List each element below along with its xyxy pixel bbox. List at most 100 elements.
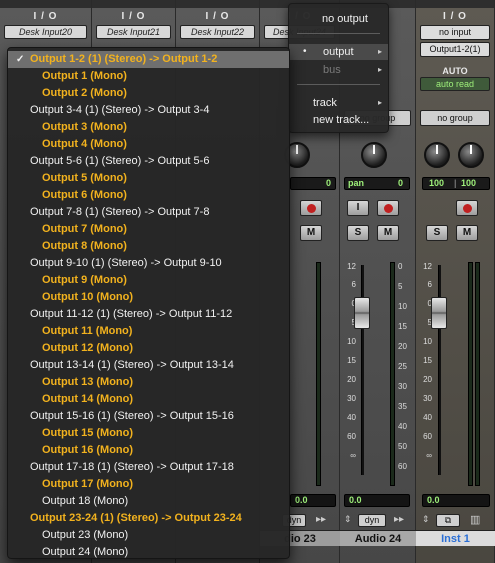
volume-fader[interactable] — [431, 297, 447, 329]
menu-item-stereo-output[interactable]: Output 15-16 (1) (Stereo) -> Output 15-1… — [8, 408, 289, 425]
mixer-window: I / O Desk Input20 I / O Desk Input21 I … — [0, 0, 495, 563]
menu-item-mono-output[interactable]: Output 12 (Mono) — [8, 340, 289, 357]
menu-item-mono-output[interactable]: Output 14 (Mono) — [8, 391, 289, 408]
midi-keyboard-icon[interactable]: ▥ — [470, 513, 480, 526]
menu-item-label: Output 11-12 (1) (Stereo) -> Output 11-1… — [30, 308, 233, 320]
stepper-icon[interactable]: ⇕ — [422, 514, 430, 525]
menu-item-label: Output 10 (Mono) — [42, 291, 134, 303]
channel-strip-inst-1: I / O no input Output1-2(1) AUTO auto re… — [416, 0, 495, 563]
menu-item-mono-output[interactable]: Output 7 (Mono) — [8, 221, 289, 238]
instrument-window-button[interactable]: ⧉ — [436, 514, 460, 527]
stepper-icon[interactable]: ⇕ — [344, 514, 352, 525]
scale-label: 15 — [398, 322, 407, 331]
scale-label: 25 — [398, 362, 407, 371]
menu-item-stereo-output[interactable]: Output 23-24 (1) (Stereo) -> Output 23-2… — [8, 510, 289, 527]
volume-readout[interactable]: 0.0 — [422, 494, 490, 507]
scale-label: 15 — [347, 356, 356, 365]
scale-label: 40 — [347, 413, 356, 422]
solo-button[interactable]: S — [426, 225, 448, 241]
menu-item-label: Output 4 (Mono) — [42, 138, 127, 150]
menu-item-track[interactable]: track ▸ — [289, 95, 388, 111]
mute-button[interactable]: M — [377, 225, 399, 241]
menu-item-label: Output 14 (Mono) — [42, 393, 134, 405]
menu-item-stereo-output[interactable]: Output 3-4 (1) (Stereo) -> Output 3-4 — [8, 102, 289, 119]
track-name[interactable]: Audio 24 — [340, 530, 416, 546]
menu-item-mono-output[interactable]: Output 15 (Mono) — [8, 425, 289, 442]
menu-item-no-output[interactable]: no output — [289, 11, 388, 27]
scale-label: 6 — [351, 280, 356, 289]
menu-item-label: Output 8 (Mono) — [42, 240, 127, 252]
input-selector[interactable]: no input — [420, 25, 490, 40]
menu-item-mono-output[interactable]: Output 23 (Mono) — [8, 527, 289, 544]
menu-item-mono-output[interactable]: Output 18 (Mono) — [8, 493, 289, 510]
menu-item-mono-output[interactable]: Output 8 (Mono) — [8, 238, 289, 255]
menu-item-label: Output 13 (Mono) — [42, 376, 134, 388]
menu-item-stereo-output[interactable]: ✓ Output 1-2 (1) (Stereo) -> Output 1-2 — [8, 51, 289, 68]
nav-arrows-icon[interactable]: ▸▸ — [394, 514, 404, 525]
pan-knob[interactable] — [361, 142, 387, 168]
io-label: I / O — [443, 11, 467, 22]
menu-item-mono-output[interactable]: Output 6 (Mono) — [8, 187, 289, 204]
scale-label: 6 — [427, 280, 432, 289]
pan-readout: 0 — [290, 177, 336, 190]
menu-item-mono-output[interactable]: Output 1 (Mono) — [8, 68, 289, 85]
mute-button[interactable]: M — [300, 225, 322, 241]
menu-item-mono-output[interactable]: Output 11 (Mono) — [8, 323, 289, 340]
menu-item-label: Output 13-14 (1) (Stereo) -> Output 13-1… — [30, 359, 234, 371]
input-selector[interactable]: Desk Input22 — [180, 25, 255, 39]
selected-bullet-icon: • — [303, 46, 307, 57]
mute-button[interactable]: M — [456, 225, 478, 241]
menu-separator — [297, 84, 380, 85]
menu-item-stereo-output[interactable]: Output 13-14 (1) (Stereo) -> Output 13-1… — [8, 357, 289, 374]
output-selector[interactable]: Output1-2(1) — [420, 42, 490, 57]
solo-button[interactable]: S — [347, 225, 369, 241]
io-label: I / O — [205, 11, 230, 22]
record-button[interactable] — [377, 200, 399, 216]
menu-item-stereo-output[interactable]: Output 17-18 (1) (Stereo) -> Output 17-1… — [8, 459, 289, 476]
menu-item-label: no output — [322, 13, 368, 25]
volume-readout[interactable]: 0.0 — [290, 494, 336, 507]
volume-fader[interactable] — [354, 297, 370, 329]
menu-item-label: Output 3 (Mono) — [42, 121, 127, 133]
menu-item-mono-output[interactable]: Output 13 (Mono) — [8, 374, 289, 391]
menu-item-label: Output 24 (Mono) — [42, 546, 129, 558]
menu-item-label: Output 3-4 (1) (Stereo) -> Output 3-4 — [30, 104, 210, 116]
automation-mode-selector[interactable]: auto read — [420, 77, 490, 91]
dyn-selector[interactable]: dyn — [358, 514, 386, 527]
submenu-arrow-icon: ▸ — [377, 65, 382, 74]
menu-item-stereo-output[interactable]: Output 9-10 (1) (Stereo) -> Output 9-10 — [8, 255, 289, 272]
menu-item-label: new track... — [313, 114, 370, 126]
menu-item-mono-output[interactable]: Output 24 (Mono) — [8, 544, 289, 558]
menu-item-mono-output[interactable]: Output 2 (Mono) — [8, 85, 289, 102]
menu-item-label: Output 15 (Mono) — [42, 427, 134, 439]
level-meter — [316, 262, 321, 486]
menu-item-mono-output[interactable]: Output 16 (Mono) — [8, 442, 289, 459]
record-button[interactable] — [456, 200, 478, 216]
menu-item-label: Output 18 (Mono) — [42, 495, 129, 507]
menu-item-output[interactable]: • output ▸ — [289, 44, 388, 60]
volume-readout[interactable]: 0.0 — [344, 494, 410, 507]
record-button[interactable] — [300, 200, 322, 216]
strip-header — [176, 0, 259, 8]
input-monitor-button[interactable]: I — [347, 200, 369, 216]
input-selector[interactable]: Desk Input20 — [4, 25, 87, 39]
menu-item-mono-output[interactable]: Output 4 (Mono) — [8, 136, 289, 153]
pan-left-value: 100 — [429, 178, 445, 188]
menu-item-mono-output[interactable]: Output 17 (Mono) — [8, 476, 289, 493]
menu-item-bus: bus ▸ — [289, 62, 388, 78]
menu-item-stereo-output[interactable]: Output 5-6 (1) (Stereo) -> Output 5-6 — [8, 153, 289, 170]
pan-left-knob[interactable] — [424, 142, 450, 168]
scale-label: 15 — [423, 356, 432, 365]
track-name[interactable]: Inst 1 — [416, 530, 495, 546]
menu-item-mono-output[interactable]: Output 3 (Mono) — [8, 119, 289, 136]
menu-item-mono-output[interactable]: Output 9 (Mono) — [8, 272, 289, 289]
menu-item-new-track[interactable]: new track... — [289, 112, 388, 128]
group-selector[interactable]: no group — [420, 110, 490, 126]
nav-arrows-icon[interactable]: ▸▸ — [316, 514, 326, 525]
menu-item-mono-output[interactable]: Output 5 (Mono) — [8, 170, 289, 187]
pan-right-knob[interactable] — [458, 142, 484, 168]
input-selector[interactable]: Desk Input21 — [96, 25, 171, 39]
menu-item-mono-output[interactable]: Output 10 (Mono) — [8, 289, 289, 306]
menu-item-stereo-output[interactable]: Output 11-12 (1) (Stereo) -> Output 11-1… — [8, 306, 289, 323]
menu-item-stereo-output[interactable]: Output 7-8 (1) (Stereo) -> Output 7-8 — [8, 204, 289, 221]
